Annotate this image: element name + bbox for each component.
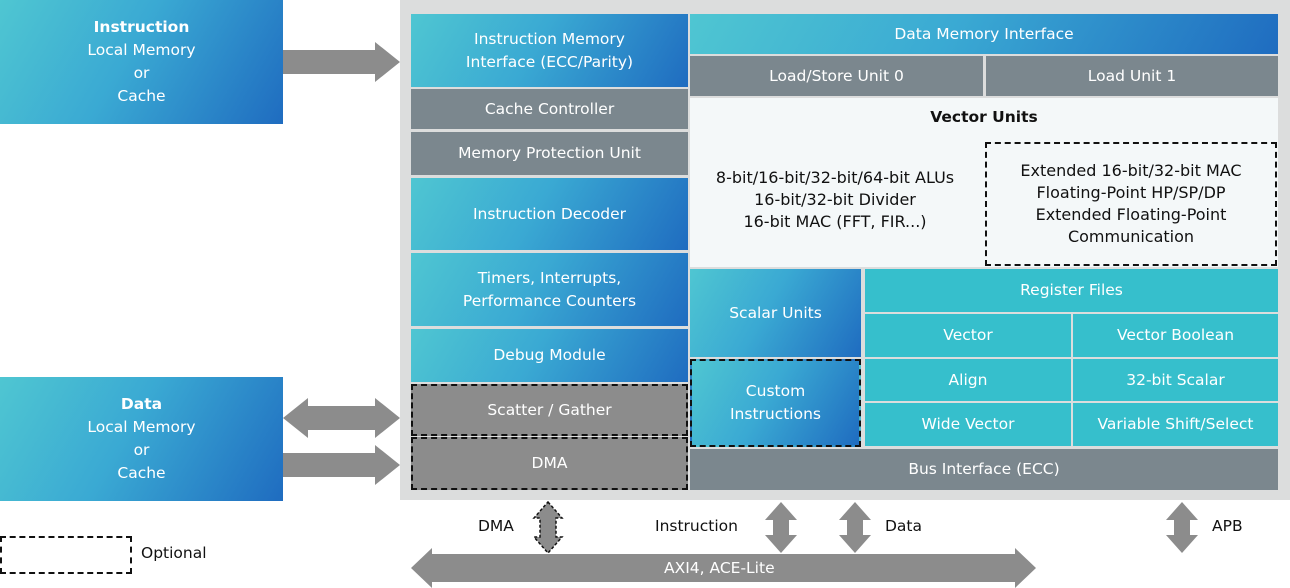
- block-title: Data: [120, 395, 163, 413]
- instruction-decoder: Instruction Decoder: [411, 178, 688, 250]
- block-text: Cache: [117, 464, 166, 482]
- block-text: Local Memory: [87, 418, 196, 436]
- instruction-bus-arrow: [765, 502, 797, 553]
- instruction-arrow: [283, 42, 400, 82]
- debug-module: Debug Module: [411, 329, 688, 382]
- custom-instructions: Custom Instructions: [690, 359, 861, 447]
- text: Communication: [1067, 227, 1195, 246]
- data-arrow: [283, 445, 400, 485]
- timers-interrupts-counters: Timers, Interrupts, Performance Counters: [411, 253, 688, 326]
- optional-legend-box: [0, 536, 132, 574]
- register-wide-vector: Wide Vector: [865, 403, 1071, 446]
- dma-bus-arrow: [532, 500, 564, 555]
- text: 16-bit/32-bit Divider: [754, 190, 916, 209]
- load-unit-1: Load Unit 1: [986, 56, 1278, 96]
- apb-bus-label: APB: [1212, 517, 1243, 535]
- register-files-title: Register Files: [865, 269, 1278, 312]
- scalar-units: Scalar Units: [690, 269, 861, 357]
- register-align: Align: [865, 359, 1071, 401]
- block-title: Instruction: [93, 18, 190, 36]
- text: Floating-Point HP/SP/DP: [1036, 183, 1226, 202]
- data-bidirectional-arrow: [283, 398, 400, 438]
- register-variable-shift-select: Variable Shift/Select: [1073, 403, 1278, 446]
- text: Interface (ECC/Parity): [465, 52, 634, 71]
- vector-optional-features: Extended 16-bit/32-bit MAC Floating-Point…: [985, 142, 1277, 266]
- vector-units-title: Vector Units: [930, 107, 1038, 126]
- bus-interface: Bus Interface (ECC): [690, 449, 1278, 490]
- register-32bit-scalar: 32-bit Scalar: [1073, 359, 1278, 401]
- data-memory-interface: Data Memory Interface: [690, 14, 1278, 54]
- data-bus-label: Data: [885, 517, 923, 535]
- block-text: or: [133, 441, 150, 459]
- load-store-unit-0: Load/Store Unit 0: [690, 56, 983, 96]
- optional-legend-label: Optional: [141, 544, 207, 562]
- register-vector-boolean: Vector Boolean: [1073, 314, 1278, 357]
- block-text: or: [133, 64, 150, 82]
- block-text: Local Memory: [87, 41, 196, 59]
- text: Instructions: [729, 405, 822, 423]
- vector-standard-features: 8-bit/16-bit/32-bit/64-bit ALUs 16-bit/32…: [690, 160, 980, 240]
- register-vector: Vector: [865, 314, 1071, 357]
- text: 8-bit/16-bit/32-bit/64-bit ALUs: [715, 168, 955, 187]
- text: Performance Counters: [462, 291, 637, 310]
- text: Extended Floating-Point: [1035, 205, 1227, 224]
- instruction-local-memory-block: Instruction Local Memory or Cache: [0, 0, 283, 124]
- block-text: Cache: [117, 87, 166, 105]
- text: Custom: [745, 382, 806, 400]
- dma-block: DMA: [411, 437, 688, 490]
- text: 16-bit MAC (FFT, FIR...): [743, 212, 927, 231]
- text: Instruction Memory: [474, 29, 625, 48]
- text: Extended 16-bit/32-bit MAC: [1020, 161, 1242, 180]
- instruction-bus-label: Instruction: [655, 517, 738, 535]
- data-local-memory-block: Data Local Memory or Cache: [0, 377, 283, 501]
- apb-bus-arrow: [1166, 502, 1198, 553]
- scatter-gather: Scatter / Gather: [411, 384, 688, 436]
- text: Timers, Interrupts,: [477, 268, 622, 287]
- dma-bus-label: DMA: [478, 517, 514, 535]
- memory-protection-unit: Memory Protection Unit: [411, 132, 688, 175]
- instruction-memory-interface: Instruction Memory Interface (ECC/Parity): [411, 14, 688, 87]
- axi-bus-label: AXI4, ACE-Lite: [664, 559, 775, 577]
- data-bus-arrow: [839, 502, 871, 553]
- cache-controller: Cache Controller: [411, 89, 688, 129]
